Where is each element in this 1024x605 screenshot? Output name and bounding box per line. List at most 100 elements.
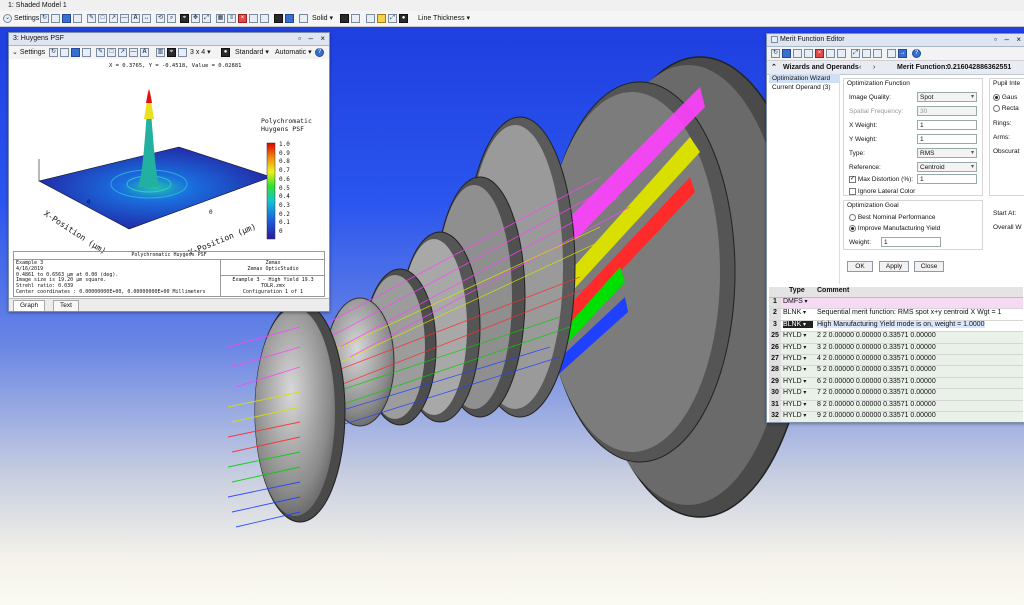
psf-plot-area[interactable]: X = 0.3765, Y = -0.4518, Value = 0.02881 [9,59,329,277]
expand-icon[interactable]: ⤢ [388,13,397,23]
table-row[interactable]: 1 DMFS ▾ [769,298,1023,310]
table-row[interactable]: 25 HYLD ▾ 2 2 0.00000 0.00000 0.33571 0.… [769,332,1023,344]
close-icon[interactable]: × [320,33,325,45]
filter-icon[interactable] [873,48,882,58]
minimize-icon[interactable]: – [1005,34,1009,46]
print-icon[interactable] [51,13,60,23]
y-weight-input[interactable]: 1 [917,134,977,144]
refresh-icon[interactable]: ↻ [771,48,780,58]
merit-function-editor-window[interactable]: Merit Function Editor ▫ – × ↻ × ⤢ → ? ⌃ … [766,33,1024,423]
chevron-down-icon[interactable]: ▾ [802,345,806,351]
nav-next-button[interactable]: › [873,61,875,74]
arrow-right-icon[interactable]: → [898,48,907,58]
table-row[interactable]: 27 HYLD ▾ 4 2 0.00000 0.00000 0.33571 0.… [769,354,1023,367]
chevron-down-icon[interactable]: ▾ [803,299,808,305]
refresh-icon[interactable]: ↻ [40,13,49,23]
save-icon[interactable] [71,47,80,57]
close-view-icon[interactable]: × [238,13,247,23]
spatial-frequency-input[interactable]: 30 [917,106,977,116]
psf-window-titlebar[interactable]: 3: Huygens PSF ▫ – × [9,33,329,46]
collapse-icon[interactable]: ⌃ [771,61,777,74]
sort-icon[interactable] [862,48,871,58]
arrow-icon[interactable]: ↗ [109,13,118,23]
table-row[interactable]: 3 BLNK ▾ High Manufacturing Yield mode i… [769,320,1023,333]
refresh-icon[interactable]: ↻ [49,47,58,57]
solid-dropdown[interactable]: Solid ▾ [312,13,333,24]
select-icon[interactable]: ⌖ [167,47,176,57]
psf-settings-button[interactable]: ⌄ Settings [12,47,45,58]
standard-dropdown[interactable]: Standard ▾ [235,47,269,58]
image-quality-select[interactable]: Spot [917,92,977,102]
ok-button[interactable]: OK [847,261,873,272]
table-row[interactable]: 2 BLNK ▾ Sequential merit function: RMS … [769,309,1023,321]
minimize-icon[interactable]: – [309,33,313,45]
chevron-down-icon[interactable]: ▾ [802,367,806,373]
max-distortion-checkbox[interactable]: ✓ [849,176,856,183]
image-icon[interactable] [249,13,258,23]
layout-icon[interactable]: ▥ [156,47,165,57]
tab-graph[interactable]: Graph [13,300,46,311]
rotate-icon[interactable]: ⟲ [156,13,165,23]
copy-icon[interactable] [73,13,82,23]
chevron-down-icon[interactable]: ▾ [801,322,806,328]
table-row[interactable]: 32 HYLD ▾ 9 2 0.00000 0.00000 0.33571 0.… [769,411,1023,422]
arrow-icon[interactable]: ↗ [118,47,127,57]
insert-row-icon[interactable] [793,48,802,58]
ignore-lateral-checkbox[interactable] [849,188,856,195]
line-icon[interactable]: — [120,13,129,23]
delete-icon[interactable]: × [815,48,824,58]
apply-button[interactable]: Apply [879,261,909,272]
print-icon[interactable] [60,47,69,57]
rectangle-icon[interactable]: □ [107,47,116,57]
lock-icon[interactable] [274,13,283,23]
wand-icon[interactable] [377,13,386,23]
pupil-rect-radio[interactable] [993,105,1000,112]
chevron-down-icon[interactable]: ▾ [802,390,806,396]
table-row[interactable]: 30 HYLD ▾ 7 2 0.00000 0.00000 0.33571 0.… [769,389,1023,401]
line-icon[interactable]: — [129,47,138,57]
mfe-titlebar[interactable]: Merit Function Editor ▫ – × [767,34,1024,47]
huygens-psf-window[interactable]: 3: Huygens PSF ▫ – × ⌄ Settings ↻ ✎ □ ↗ … [8,32,330,312]
record-icon[interactable]: ● [221,47,230,57]
fit-icon[interactable]: ⤢ [202,13,211,23]
rectangle-icon[interactable]: □ [98,13,107,23]
table-row[interactable]: 28 HYLD ▾ 5 2 0.00000 0.00000 0.33571 0.… [769,366,1023,378]
chevron-down-icon[interactable]: ▾ [802,402,806,408]
wizards-label[interactable]: Wizards and Operands [783,61,859,74]
copy-icon[interactable] [826,48,835,58]
maximize-icon[interactable]: ▫ [298,33,301,45]
max-distortion-input[interactable]: 1 [917,174,977,184]
close-button[interactable]: Close [914,261,944,272]
chevron-down-icon[interactable]: ▾ [802,333,806,339]
nav-item-optimization-wizard[interactable]: Optimization Wizard [769,74,839,83]
tab-text[interactable]: Text [53,300,79,311]
lighting-icon[interactable] [351,13,360,23]
select-icon[interactable]: ⌖ [180,13,189,23]
table-row[interactable]: 29 HYLD ▾ 6 2 0.00000 0.00000 0.33571 0.… [769,377,1023,390]
camera-icon[interactable] [285,13,294,23]
automatic-dropdown[interactable]: Automatic ▾ [275,47,312,58]
chevron-down-icon[interactable]: ▾ [801,310,806,316]
copy-icon[interactable] [82,47,91,57]
zoom-icon[interactable]: ⌕ [167,13,176,23]
grid-icon[interactable]: ▦ [216,13,225,23]
grid-size-dropdown[interactable]: 3 x 4 ▾ [190,47,211,58]
pupil-gauss-radio[interactable] [993,94,1000,101]
text-icon[interactable]: A [140,47,149,57]
chevron-down-icon[interactable]: ▾ [802,413,806,419]
line-thickness-dropdown[interactable]: Line Thickness ▾ [418,13,470,24]
expand-icon[interactable]: ⤢ [851,48,860,58]
record-icon[interactable]: ● [399,13,408,23]
maximize-icon[interactable]: ▫ [994,34,997,46]
x-weight-input[interactable]: 1 [917,120,977,130]
close-icon[interactable]: × [1016,34,1021,46]
save-icon[interactable] [782,48,791,58]
column-comment[interactable]: Comment [817,287,849,294]
paste-icon[interactable] [837,48,846,58]
table-row[interactable]: 26 HYLD ▾ 3 2 0.00000 0.00000 0.33571 0.… [769,343,1023,355]
type-select[interactable]: RMS [917,148,977,158]
layers-icon[interactable]: ≡ [227,13,236,23]
pencil-icon[interactable]: ✎ [87,13,96,23]
help-icon[interactable]: ? [912,48,921,58]
reference-select[interactable]: Centroid [917,162,977,172]
